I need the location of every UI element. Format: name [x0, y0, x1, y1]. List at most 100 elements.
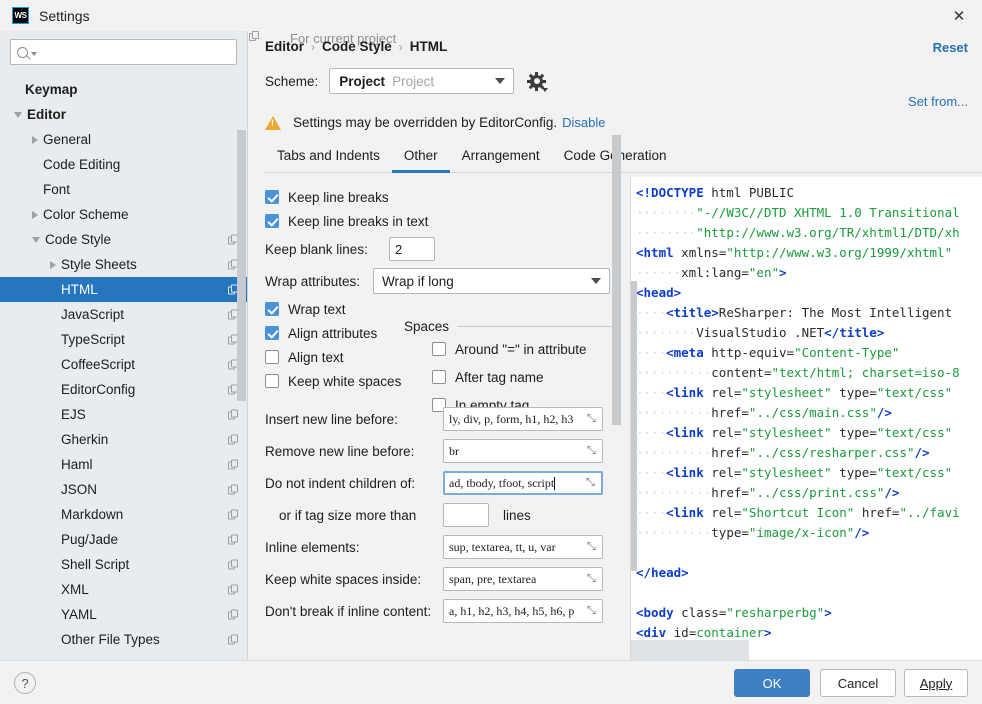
close-icon[interactable]: ✕ — [936, 0, 982, 31]
field-input[interactable]: sup, textarea, tt, u, var ⤡ — [443, 535, 603, 559]
field-input[interactable]: span, pre, textarea ⤡ — [443, 567, 603, 591]
copy-icon[interactable] — [228, 609, 239, 620]
set-from-link[interactable]: Set from... — [908, 94, 968, 109]
sidebar-item-haml[interactable]: Haml — [0, 452, 247, 477]
sidebar-item-javascript[interactable]: JavaScript — [0, 302, 247, 327]
wrap-attributes-row: Wrap attributes: Wrap if long — [249, 265, 621, 297]
copy-icon[interactable] — [228, 459, 239, 470]
sidebar-item-ejs[interactable]: EJS — [0, 402, 247, 427]
chevron-right-icon[interactable] — [32, 135, 38, 144]
code-token: ···· — [636, 305, 667, 320]
sidebar-item-code-style[interactable]: Code Style — [0, 227, 247, 252]
sidebar-item-color-scheme[interactable]: Color Scheme — [0, 202, 247, 227]
scheme-select[interactable]: Project Project — [329, 68, 515, 94]
spaces-checkbox-row[interactable]: Around "=" in attribute — [404, 335, 612, 363]
sidebar-item-code-editing[interactable]: Code Editing — [0, 152, 247, 177]
field-input[interactable]: ly, div, p, form, h1, h2, h3 ⤡ — [443, 407, 603, 431]
sidebar-item-html[interactable]: HTML — [0, 277, 247, 302]
expand-icon[interactable]: ⤡ — [587, 541, 598, 553]
chevron-down-icon[interactable] — [14, 111, 22, 118]
sidebar-item-json[interactable]: JSON — [0, 477, 247, 502]
field-input[interactable]: br ⤡ — [443, 439, 603, 463]
expand-icon[interactable]: ⤡ — [587, 605, 598, 617]
sidebar-item-label: Other File Types — [61, 632, 160, 647]
copy-icon[interactable] — [228, 584, 239, 595]
chevron-right-icon[interactable] — [50, 260, 56, 269]
checkbox-unchecked-icon[interactable] — [432, 342, 446, 356]
sidebar-item-xml[interactable]: XML — [0, 577, 247, 602]
breadcrumb-item-html[interactable]: HTML — [410, 39, 448, 54]
sidebar-item-keymap[interactable]: Keymap — [0, 77, 247, 102]
preview-code[interactable]: <!DOCTYPE html PUBLIC ········"-//W3C//DT… — [631, 177, 982, 643]
code-line: ····<title>ReSharper: The Most Intellige… — [636, 303, 982, 323]
tab-arrangement[interactable]: Arrangement — [450, 144, 552, 173]
sidebar-scrollbar[interactable] — [237, 130, 246, 401]
sidebar-item-editorconfig[interactable]: EditorConfig — [0, 377, 247, 402]
chevron-down-icon[interactable] — [32, 236, 40, 243]
disable-link[interactable]: Disable — [562, 115, 605, 130]
copy-icon[interactable] — [228, 534, 239, 545]
code-token: "text/html; charset=iso-8 — [771, 365, 960, 380]
help-button[interactable]: ? — [14, 672, 36, 694]
copy-icon[interactable] — [228, 509, 239, 520]
line-break-checkbox-row[interactable]: Keep line breaks — [249, 185, 621, 209]
checkbox-checked-icon[interactable] — [265, 214, 279, 228]
copy-icon[interactable] — [228, 634, 239, 645]
tab-tabs-and-indents[interactable]: Tabs and Indents — [265, 144, 392, 173]
copy-icon[interactable] — [228, 409, 239, 420]
code-line: ······xml:lang="en"> — [636, 263, 982, 283]
reset-link[interactable]: Reset — [933, 40, 968, 55]
gear-icon[interactable] — [527, 71, 549, 92]
breadcrumb-item-editor[interactable]: Editor — [265, 39, 304, 54]
search-box[interactable] — [10, 39, 237, 65]
sidebar-item-style-sheets[interactable]: Style Sheets — [0, 252, 247, 277]
sidebar-item-pug-jade[interactable]: Pug/Jade — [0, 527, 247, 552]
spaces-group: Spaces Around "=" in attribute After tag … — [404, 317, 612, 419]
code-token: "http://www.w3.org/TR/xhtml1/DTD/xh — [696, 225, 960, 240]
search-input[interactable] — [42, 44, 230, 60]
sidebar-item-shell-script[interactable]: Shell Script — [0, 552, 247, 577]
code-token: rel — [711, 505, 734, 520]
copy-icon[interactable] — [228, 434, 239, 445]
field-input[interactable]: ad, tbody, tfoot, script ⤡ — [443, 471, 603, 495]
tab-other[interactable]: Other — [391, 144, 450, 173]
chevron-right-icon[interactable] — [32, 210, 38, 219]
keep-blank-lines-input[interactable]: 2 — [389, 237, 435, 261]
sidebar-item-markdown[interactable]: Markdown — [0, 502, 247, 527]
sidebar-item-other-file-types[interactable]: Other File Types — [0, 627, 247, 652]
sidebar-item-coffeescript[interactable]: CoffeeScript — [0, 352, 247, 377]
sidebar-item-font[interactable]: Font — [0, 177, 247, 202]
checkbox-label: Keep line breaks in text — [288, 213, 429, 229]
cancel-button[interactable]: Cancel — [820, 669, 896, 697]
line-break-checkbox-row[interactable]: Keep line breaks in text — [249, 209, 621, 233]
checkbox-unchecked-icon[interactable] — [265, 350, 279, 364]
expand-icon[interactable]: ⤡ — [587, 445, 598, 457]
apply-button[interactable]: Apply — [904, 669, 968, 697]
checkbox-unchecked-icon[interactable] — [432, 370, 446, 384]
checkbox-unchecked-icon[interactable] — [265, 374, 279, 388]
preview-scrollbar[interactable] — [631, 281, 637, 571]
sidebar-item-editor[interactable]: Editor — [0, 102, 247, 127]
code-token: <title> — [666, 305, 719, 320]
checkbox-checked-icon[interactable] — [265, 302, 279, 316]
spaces-checkbox-row[interactable]: After tag name — [404, 363, 612, 391]
expand-icon[interactable]: ⤡ — [587, 413, 598, 425]
ok-button[interactable]: OK — [734, 669, 810, 697]
checkbox-checked-icon[interactable] — [265, 326, 279, 340]
sidebar-item-typescript[interactable]: TypeScript — [0, 327, 247, 352]
sidebar-item-general[interactable]: General — [0, 127, 247, 152]
copy-icon[interactable] — [228, 559, 239, 570]
keep-blank-lines-label: Keep blank lines: — [265, 241, 368, 257]
breadcrumb-item-code-style[interactable]: Code Style — [322, 39, 392, 54]
copy-icon[interactable] — [228, 484, 239, 495]
sidebar-item-gherkin[interactable]: Gherkin — [0, 427, 247, 452]
sidebar-item-yaml[interactable]: YAML — [0, 602, 247, 627]
settings-scrollbar[interactable] — [612, 135, 621, 425]
field-input[interactable]: a, h1, h2, h3, h4, h5, h6, p ⤡ — [443, 599, 603, 623]
expand-icon[interactable]: ⤡ — [587, 573, 598, 585]
tag-size-input[interactable] — [443, 503, 489, 527]
checkbox-checked-icon[interactable] — [265, 190, 279, 204]
code-line: <html xmlns="http://www.w3.org/1999/xhtm… — [636, 243, 982, 263]
expand-icon[interactable]: ⤡ — [586, 477, 597, 489]
wrap-attributes-select[interactable]: Wrap if long — [373, 268, 610, 294]
